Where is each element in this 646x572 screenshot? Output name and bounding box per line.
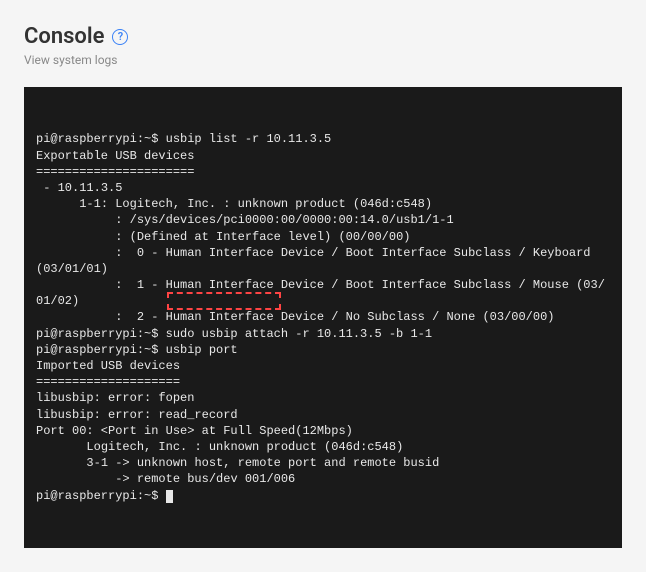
terminal-line: - 10.11.3.5 bbox=[36, 180, 610, 196]
terminal-line: 1-1: Logitech, Inc. : unknown product (0… bbox=[36, 196, 610, 212]
terminal-line: : /sys/devices/pci0000:00/0000:00:14.0/u… bbox=[36, 212, 610, 228]
terminal-line: ====================== bbox=[36, 164, 610, 180]
terminal-line: : (Defined at Interface level) (00/00/00… bbox=[36, 229, 610, 245]
terminal-line: pi@raspberrypi:~$ bbox=[36, 488, 610, 504]
subtitle-link[interactable]: View system logs bbox=[24, 53, 622, 67]
terminal-line: pi@raspberrypi:~$ usbip list -r 10.11.3.… bbox=[36, 131, 610, 147]
terminal-line: : 2 - Human Interface Device / No Subcla… bbox=[36, 309, 610, 325]
terminal-line: Port 00: <Port in Use> at Full Speed(12M… bbox=[36, 423, 610, 439]
terminal-output[interactable]: pi@raspberrypi:~$ usbip list -r 10.11.3.… bbox=[24, 87, 622, 548]
terminal-line: libusbip: error: fopen bbox=[36, 390, 610, 406]
terminal-line: -> remote bus/dev 001/006 bbox=[36, 471, 610, 487]
help-icon[interactable]: ? bbox=[112, 29, 128, 45]
console-header: Console ? bbox=[24, 24, 622, 49]
terminal-line: : 0 - Human Interface Device / Boot Inte… bbox=[36, 245, 610, 277]
terminal-line: pi@raspberrypi:~$ sudo usbip attach -r 1… bbox=[36, 326, 610, 342]
terminal-line: Logitech, Inc. : unknown product (046d:c… bbox=[36, 439, 610, 455]
page-title: Console bbox=[24, 24, 104, 49]
terminal-line: Imported USB devices bbox=[36, 358, 610, 374]
terminal-line: libusbip: error: read_record bbox=[36, 407, 610, 423]
terminal-line: Exportable USB devices bbox=[36, 148, 610, 164]
terminal-line: : 1 - Human Interface Device / Boot Inte… bbox=[36, 277, 610, 309]
terminal-line: ==================== bbox=[36, 374, 610, 390]
terminal-cursor bbox=[166, 490, 173, 503]
terminal-line: 3-1 -> unknown host, remote port and rem… bbox=[36, 455, 610, 471]
terminal-line: pi@raspberrypi:~$ usbip port bbox=[36, 342, 610, 358]
